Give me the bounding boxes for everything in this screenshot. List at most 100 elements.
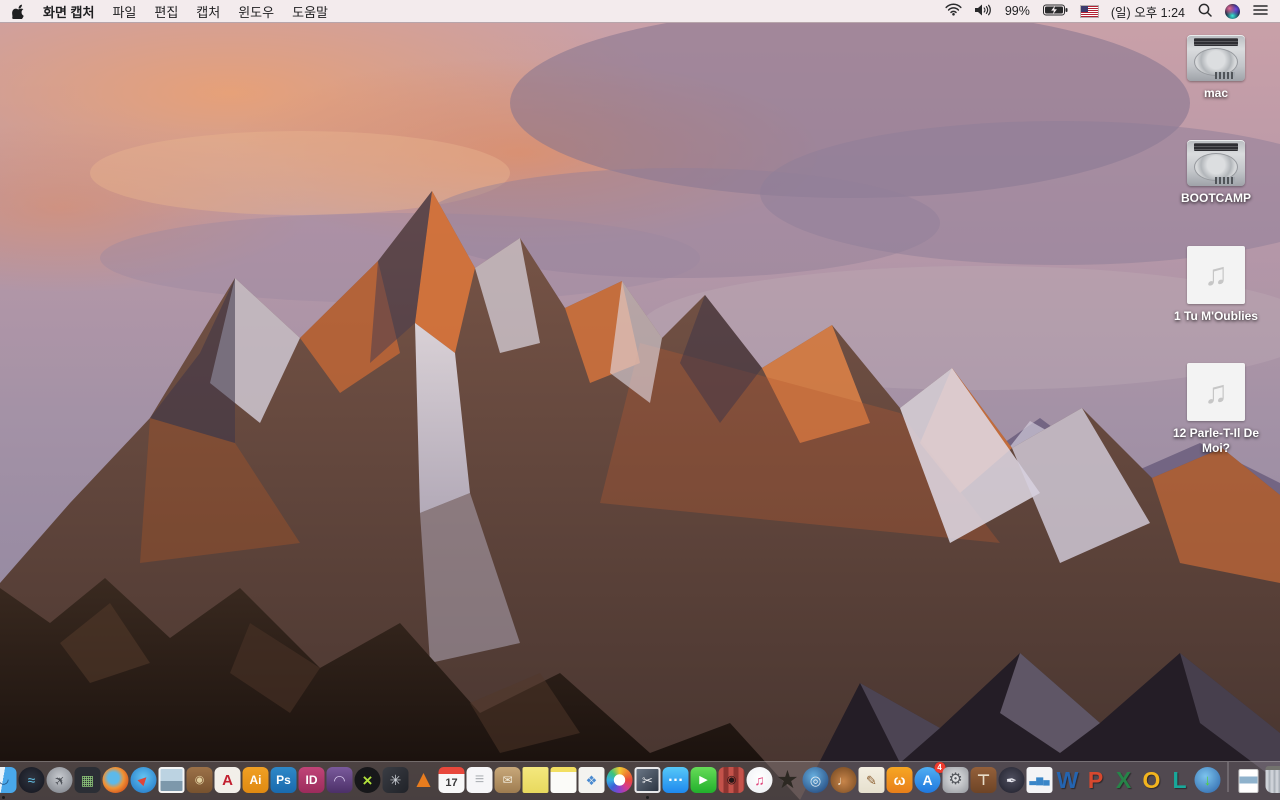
dock-divider — [1227, 762, 1229, 792]
dock-item-indesign[interactable]: ID — [298, 766, 325, 793]
ms-excel-glyph: X — [1115, 767, 1132, 793]
illustrator-icon: Ai — [242, 767, 269, 793]
dock-item-preview[interactable] — [158, 766, 185, 793]
toast-icon: ◠ — [326, 767, 353, 793]
dock-item-facetime[interactable]: ▶ — [690, 766, 717, 793]
dock-item-imovie[interactable]: ★ — [774, 766, 801, 793]
dock-item-siri[interactable]: ≈ — [18, 766, 45, 793]
reminders-glyph: ≡ — [474, 771, 485, 788]
dock-item-stickies[interactable] — [522, 766, 549, 793]
volume-icon[interactable] — [974, 4, 992, 19]
dock-wrap: ◡ ≈ ✈ ▦ ▶ ◉ A Ai Ps ID ◠ × ✳ ▲ 17 ≡ ✉ ❖ ✂ … ▶ ◉ ♫ ★ ◎ ♩ ✎ ω A 4 ⚙ ⊤ ✒ ▃▆▄… — [0, 761, 1280, 800]
menu-bar-clock[interactable]: (일) 오후 1:24 — [1111, 2, 1185, 21]
preview-icon — [158, 767, 185, 793]
dock-item-archive-box[interactable]: ✉ — [494, 766, 521, 793]
contacts-glyph: ◉ — [194, 773, 205, 786]
dock-item-photoshop[interactable]: Ps — [270, 766, 297, 793]
dock-item-ibooks[interactable]: ω — [886, 766, 913, 793]
dock-item-numbers[interactable]: ▃▆▄ — [1026, 766, 1053, 793]
vlc-glyph: ▲ — [411, 767, 436, 793]
imovie-glyph: ★ — [776, 767, 799, 793]
dock-item-ms-lync[interactable]: L — [1166, 766, 1193, 793]
messages-icon: … — [662, 767, 689, 793]
disk-utility-glyph: ✳ — [389, 772, 402, 788]
dock-item-disk-utility[interactable]: ✳ — [382, 766, 409, 793]
numbers-glyph: ▃▆▄ — [1029, 774, 1050, 785]
dock-item-documents-app[interactable]: ❖ — [578, 766, 605, 793]
menu-item-파일[interactable]: 파일 — [112, 2, 136, 21]
dock-item-photo-booth[interactable]: ◉ — [718, 766, 745, 793]
spotlight-search-icon[interactable] — [1198, 3, 1212, 20]
garageband-glyph: ♩ — [837, 772, 850, 788]
keynote-icon: ⊤ — [970, 767, 997, 793]
dock-item-finder[interactable]: ◡ — [0, 766, 17, 799]
dock-item-photos[interactable] — [606, 766, 633, 793]
dock-item-safari[interactable]: ▶ — [130, 766, 157, 793]
desktop-icon-music-file-2[interactable]: ♫ 12 Parle-T-Il De Moi? — [1159, 363, 1273, 455]
acrobat-icon: A — [214, 767, 241, 793]
menu-item-윈도우[interactable]: 윈도우 — [238, 2, 274, 21]
vlc-icon: ▲ — [411, 767, 437, 793]
dock-item-system-preferences[interactable]: ⚙ — [942, 766, 969, 793]
dock-item-download-manager[interactable]: ↓ — [1194, 766, 1221, 793]
pages-glyph: ✒ — [1006, 772, 1017, 788]
menu-item-편집[interactable]: 편집 — [154, 2, 178, 21]
dock-item-acrobat[interactable]: A — [214, 766, 241, 793]
dock-item-grab-screen-capture[interactable]: ✂ — [634, 766, 661, 799]
dock-item-keynote[interactable]: ⊤ — [970, 766, 997, 793]
documents-app-icon: ❖ — [578, 767, 605, 793]
active-app-name[interactable]: 화면 캡처 — [43, 2, 94, 21]
mission-control-glyph: ▦ — [80, 772, 95, 788]
dock-item-pages[interactable]: ✒ — [998, 766, 1025, 793]
calendar-icon: 17 — [438, 767, 465, 793]
messages-glyph: … — [667, 768, 684, 785]
menu-item-도움말[interactable]: 도움말 — [292, 2, 328, 21]
dock-item-garageband[interactable]: ♩ — [830, 766, 857, 793]
dock-item-ms-word[interactable]: W — [1054, 766, 1081, 793]
dock-item-idvd[interactable]: ◎ — [802, 766, 829, 793]
battery-charging-icon[interactable] — [1042, 4, 1068, 19]
dock-item-mission-control[interactable]: ▦ — [74, 766, 101, 793]
download-manager-glyph: ↓ — [1203, 771, 1212, 789]
ms-excel-icon: X — [1111, 767, 1137, 793]
apple-menu-icon[interactable] — [12, 4, 25, 19]
dock-item-ms-outlook[interactable]: O — [1138, 766, 1165, 793]
contacts-icon: ◉ — [186, 767, 213, 793]
dock-item-calendar[interactable]: 17 — [438, 766, 465, 793]
desktop-icon-bootcamp-drive[interactable]: BOOTCAMP — [1181, 140, 1251, 205]
dock-item-textedit[interactable]: ✎ — [858, 766, 885, 793]
wifi-icon[interactable] — [945, 3, 962, 19]
menu-bar-left: 화면 캡처 파일 편집 캡처 윈도우 도움말 — [12, 2, 328, 21]
dock-item-reminders[interactable]: ≡ — [466, 766, 493, 793]
dock-item-messages[interactable]: … — [662, 766, 689, 793]
dock-item-x-utility[interactable]: × — [354, 766, 381, 793]
dock-item-ms-powerpoint[interactable]: P — [1082, 766, 1109, 793]
battery-percent[interactable]: 99% — [1005, 4, 1030, 18]
dock-item-image-document[interactable] — [1235, 766, 1262, 793]
grab-screen-capture-icon: ✂ — [634, 767, 661, 793]
dock-item-firefox[interactable] — [102, 766, 129, 793]
archive-box-icon: ✉ — [494, 767, 521, 793]
notification-center-icon[interactable] — [1253, 4, 1268, 19]
dock-item-itunes[interactable]: ♫ — [746, 766, 773, 793]
dock-item-ms-excel[interactable]: X — [1110, 766, 1137, 793]
desktop-icon-music-file-1[interactable]: ♫ 1 Tu M'Oublies — [1174, 245, 1258, 323]
dock-item-app-store[interactable]: A4 — [914, 762, 945, 793]
itunes-glyph: ♫ — [754, 772, 765, 788]
dock-item-notes[interactable] — [550, 766, 577, 793]
dock-item-trash-full[interactable] — [1263, 766, 1280, 793]
dock-item-contacts[interactable]: ◉ — [186, 766, 213, 793]
garageband-icon: ♩ — [830, 767, 857, 793]
siri-icon[interactable] — [1225, 3, 1240, 19]
dock-item-illustrator[interactable]: Ai — [242, 766, 269, 793]
dock-item-vlc[interactable]: ▲ — [410, 766, 437, 793]
photoshop-icon: Ps — [270, 767, 297, 793]
input-source-us-flag-icon[interactable] — [1079, 4, 1099, 18]
menu-item-캡처[interactable]: 캡처 — [196, 2, 220, 21]
dock-item-toast[interactable]: ◠ — [326, 766, 353, 793]
dock-item-launchpad[interactable]: ✈ — [46, 766, 73, 793]
download-manager-icon: ↓ — [1194, 767, 1221, 793]
numbers-icon: ▃▆▄ — [1026, 767, 1053, 793]
app-store-glyph: A — [922, 772, 933, 788]
desktop-icon-mac-drive[interactable]: mac — [1187, 35, 1245, 100]
